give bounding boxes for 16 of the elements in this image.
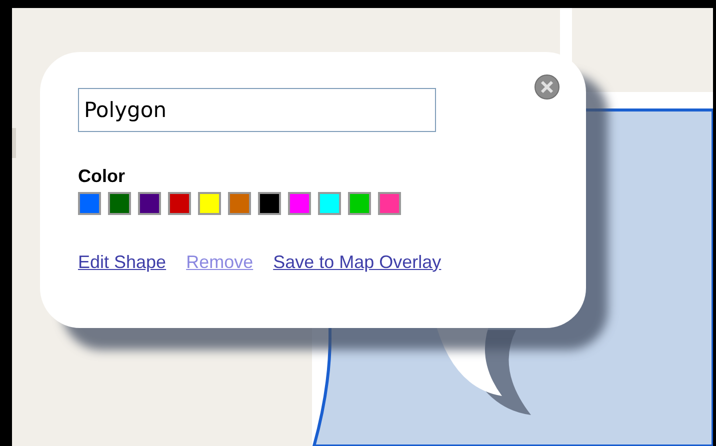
color-swatch[interactable] (378, 192, 401, 215)
color-swatch[interactable] (228, 192, 251, 215)
color-swatch[interactable] (138, 192, 161, 215)
color-swatch[interactable] (318, 192, 341, 215)
link[interactable]: Save to Map Overlay (273, 248, 442, 276)
color-swatch[interactable] (108, 192, 131, 215)
color-label: Color (78, 166, 126, 188)
color-swatch[interactable] (258, 192, 281, 215)
name-field[interactable]: Polygon (78, 88, 436, 132)
close-icon[interactable] (534, 74, 560, 100)
color-swatch[interactable] (78, 192, 101, 215)
color-swatch[interactable] (288, 192, 311, 215)
link[interactable]: Edit Shape (78, 248, 166, 276)
color-swatch[interactable] (168, 192, 191, 215)
color-swatch[interactable] (198, 192, 221, 215)
color-swatch[interactable] (348, 192, 371, 215)
